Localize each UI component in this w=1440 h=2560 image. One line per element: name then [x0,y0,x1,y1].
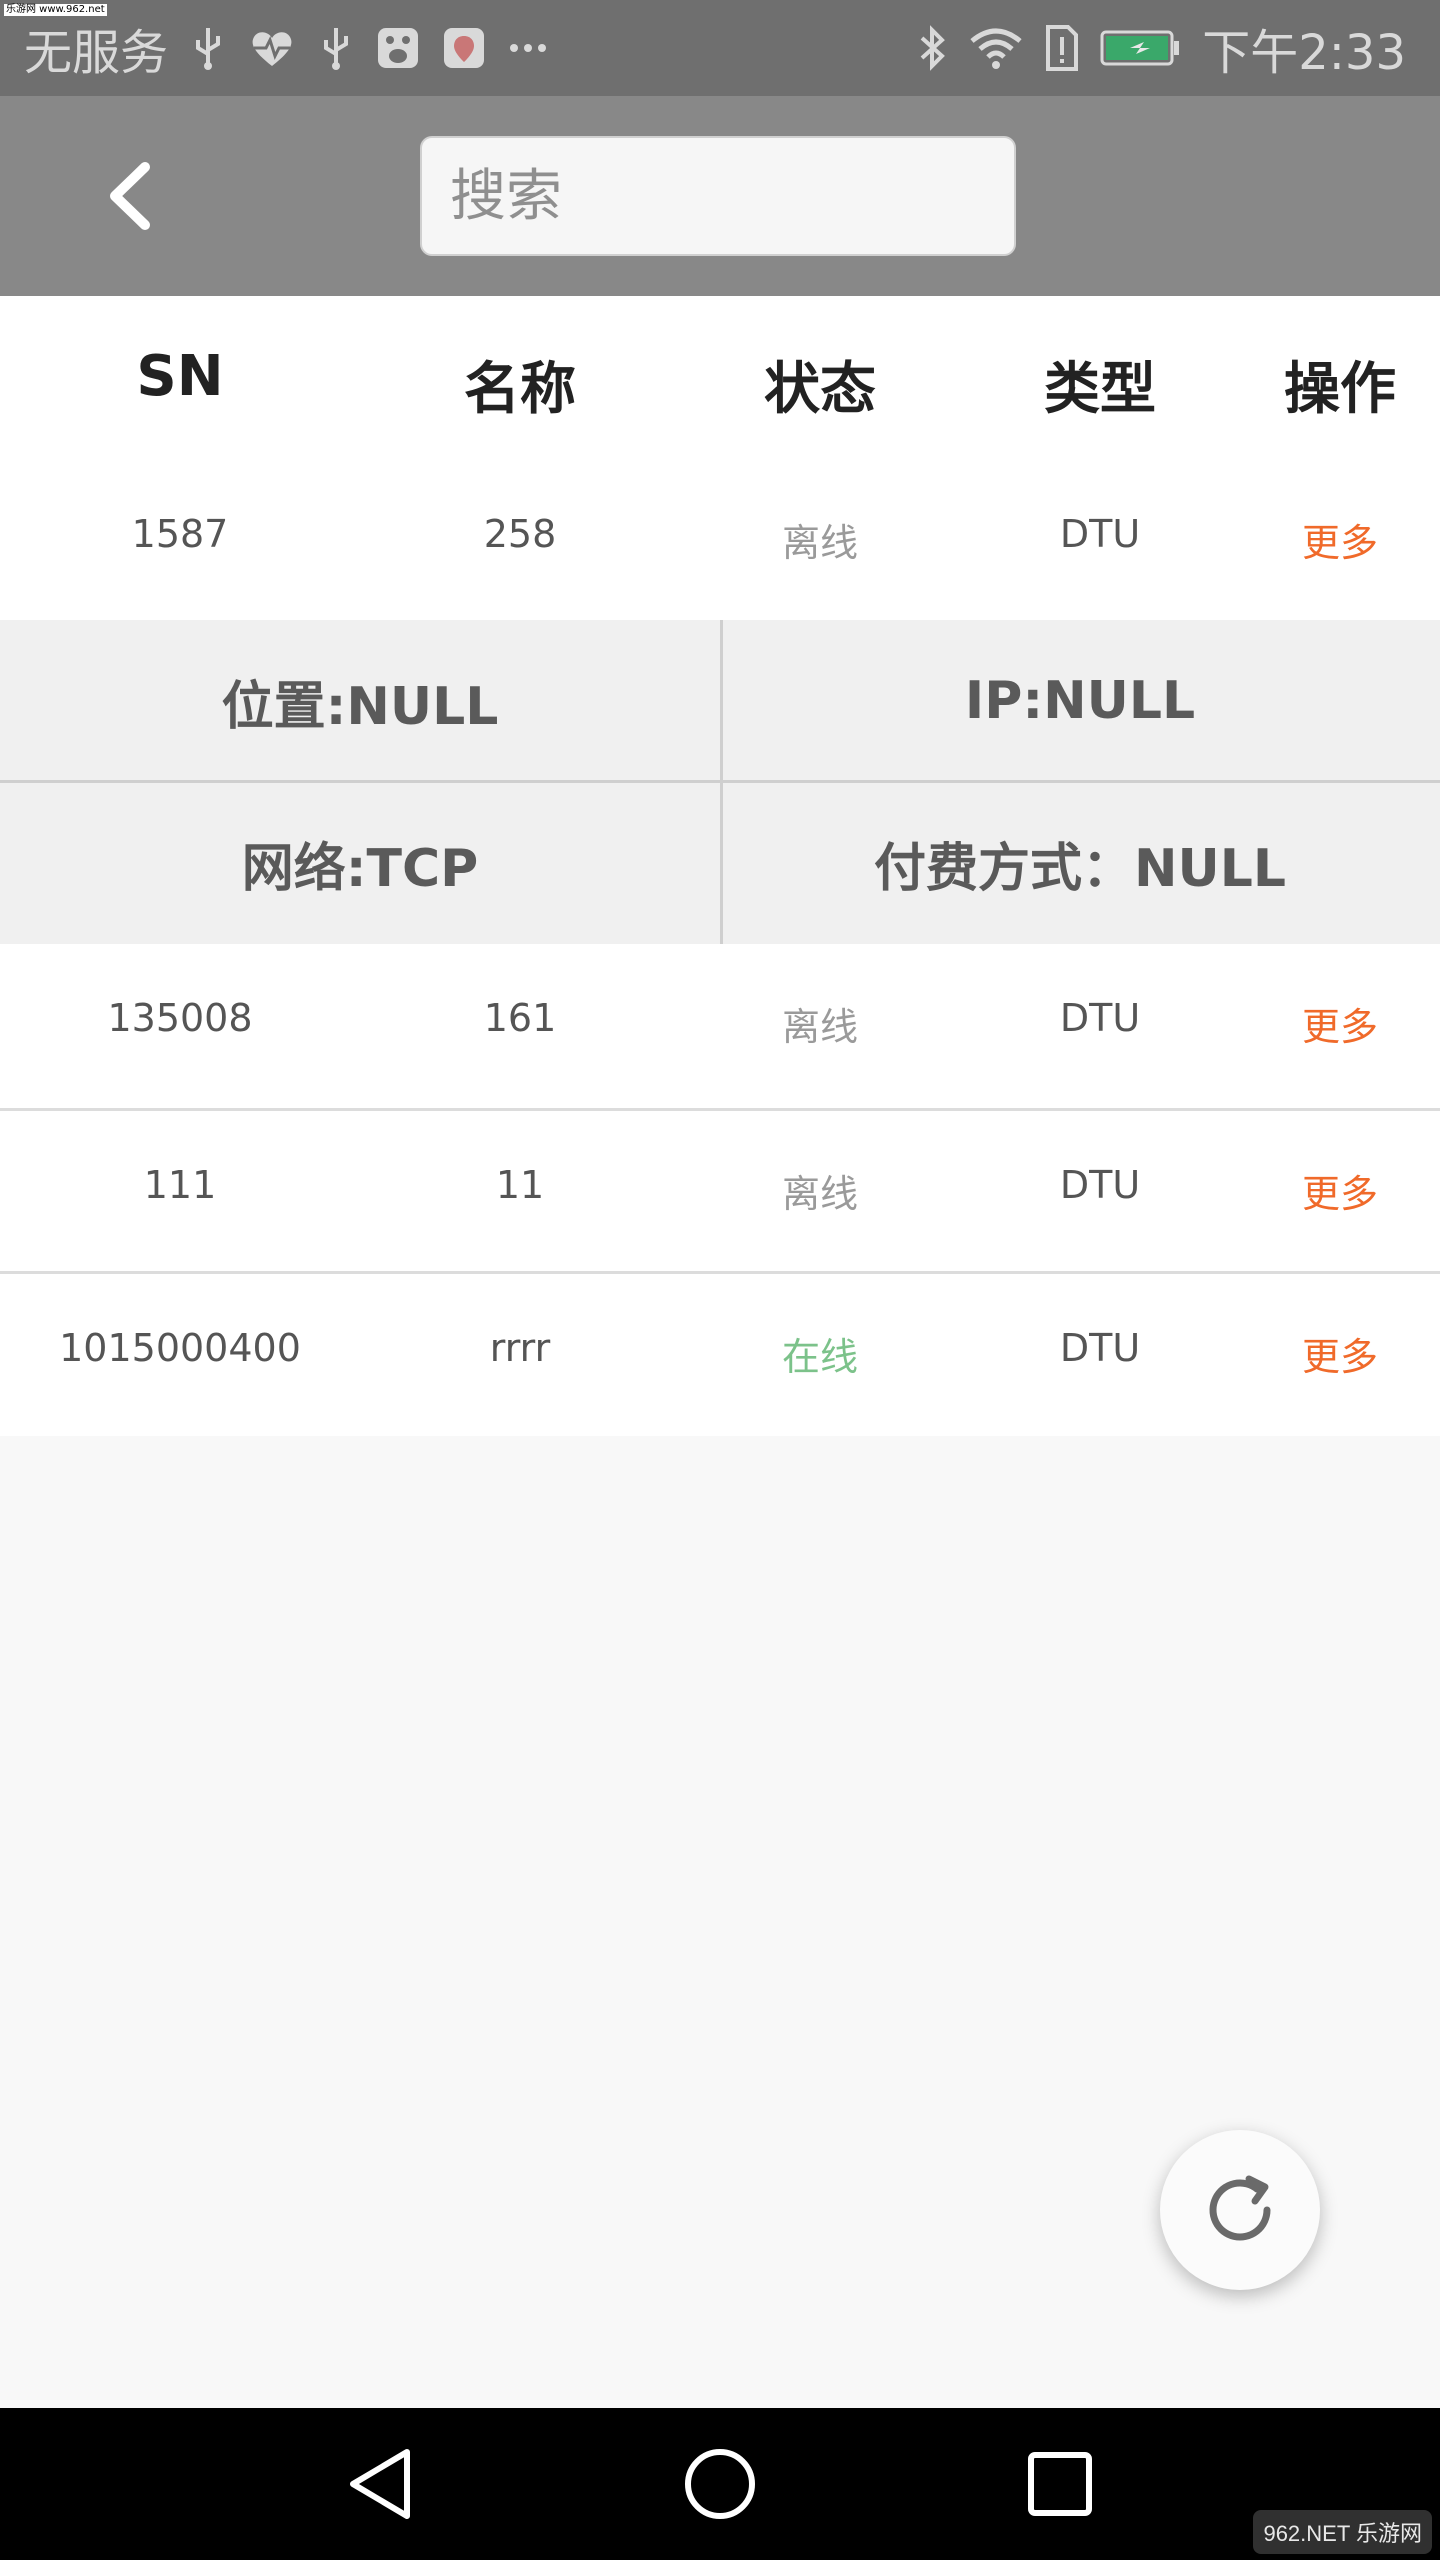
heart-rate-icon [248,28,296,68]
app-bar [0,96,1440,296]
cell-name: 161 [483,996,557,1040]
more-link[interactable]: 更多 [1240,996,1440,1051]
bluetooth-icon [918,24,948,72]
search-input[interactable] [420,136,1016,256]
cell-sn: 1015000400 [59,1326,301,1370]
table-row[interactable]: 1015000400 rrrr 在线 DTU 更多 [0,1274,1440,1436]
nav-recents-button[interactable] [1010,2434,1110,2534]
table-row[interactable]: 111 11 离线 DTU 更多 [0,1111,1440,1271]
cell-name: rrrr [489,1326,551,1370]
cell-sn: 1587 [131,512,229,556]
watermark-badge: 962.NET 乐游网 [1253,2510,1432,2554]
cell-type: DTU [1059,512,1141,556]
circle-home-icon [685,2449,755,2519]
row-detail-panel: 位置:NULL IP:NULL 网络:TCP 付费方式：NULL [0,620,1440,944]
detail-payment: 付费方式：NULL [873,838,1286,899]
cell-status: 在线 [781,1335,858,1379]
header-action: 操作 [1284,357,1396,422]
table-row[interactable]: 1587 258 离线 DTU 更多 [0,460,1440,620]
header-name: 名称 [464,357,576,422]
detail-location: 位置:NULL [221,676,499,737]
cell-status: 离线 [781,521,858,565]
cell-sn: 111 [143,1163,217,1207]
cell-name: 11 [495,1163,545,1207]
sim-alert-icon [1044,25,1079,71]
nav-back-button[interactable] [330,2434,430,2534]
battery-charging-icon [1100,28,1180,68]
status-bar: 乐游网 www.962.net 无服务 下午2:33 [0,0,1440,96]
carrier-text: 无服务 [24,25,169,81]
baidu-app-icon [376,26,420,70]
detail-horizontal-divider [0,780,1440,783]
back-button[interactable] [80,146,180,246]
app-screen: 乐游网 www.962.net 无服务 下午2:33 搜索 SN 名称 状态 类… [0,0,1440,2560]
wifi-icon [970,27,1022,69]
system-nav-bar: 962.NET 乐游网 [0,2408,1440,2560]
refresh-button[interactable] [1160,2130,1320,2290]
table-row[interactable]: 135008 161 离线 DTU 更多 [0,944,1440,1108]
header-type: 类型 [1044,357,1156,422]
more-notifications-icon [508,42,548,54]
status-bar-right: 下午2:33 [918,13,1406,83]
more-link[interactable]: 更多 [1240,512,1440,567]
detail-ip: IP:NULL [964,671,1196,731]
more-link[interactable]: 更多 [1240,1163,1440,1218]
cell-type: DTU [1059,1163,1141,1207]
status-bar-left: 无服务 [24,13,548,83]
header-sn: SN [136,344,224,409]
triangle-back-icon [350,2449,410,2519]
cell-sn: 135008 [107,996,253,1040]
cell-type: DTU [1059,1326,1141,1370]
header-status: 状态 [764,357,876,422]
refresh-icon [1209,2175,1271,2241]
chevron-left-icon [110,162,150,230]
cell-status: 离线 [781,1005,858,1049]
cell-name: 258 [483,512,557,556]
cell-type: DTU [1059,996,1141,1040]
more-link[interactable]: 更多 [1240,1326,1440,1381]
nav-home-button[interactable] [670,2434,770,2534]
detail-network: 网络:TCP [241,838,479,899]
watermark-tiny-label: 乐游网 www.962.net [4,4,107,16]
table-header: SN 名称 状态 类型 操作 [0,296,1440,460]
square-recents-icon [1028,2452,1092,2516]
map-app-icon [442,26,486,70]
usb-icon [190,26,226,70]
clock-text: 下午2:33 [1202,25,1406,81]
usb-icon-2 [318,26,354,70]
cell-status: 离线 [781,1172,858,1216]
